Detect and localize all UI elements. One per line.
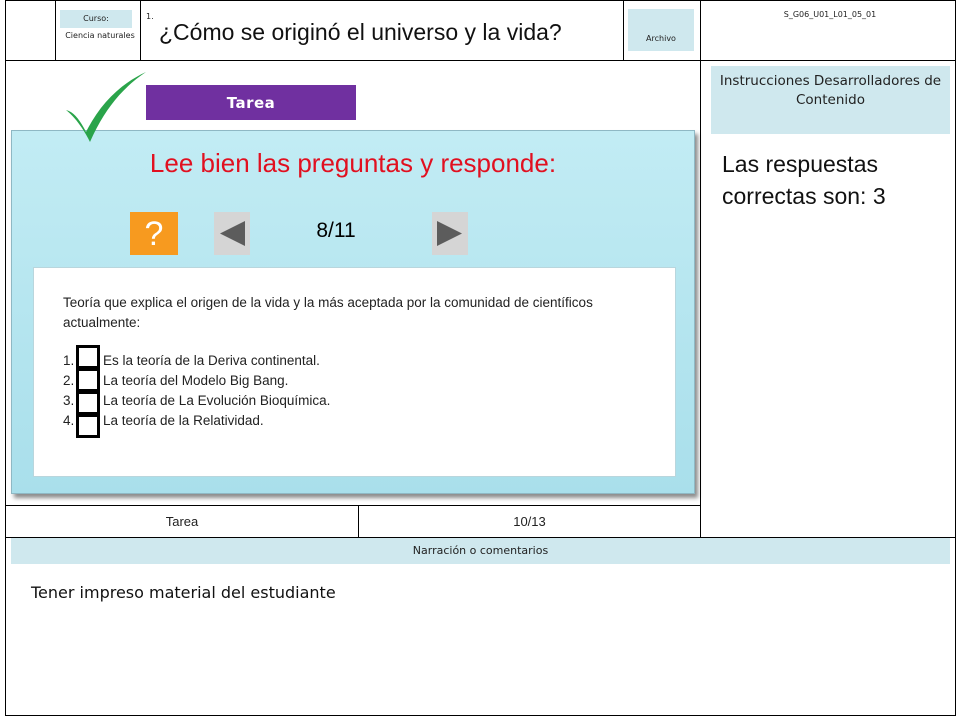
question-text: Teoría que explica el origen de la vida … bbox=[63, 295, 593, 330]
course-label: Curso: bbox=[60, 10, 132, 28]
triangle-right-icon bbox=[437, 221, 462, 246]
file-label: Archivo bbox=[628, 9, 694, 51]
correct-answer-note: Las respuestas correctas son: 3 bbox=[722, 151, 886, 209]
footer-row-top bbox=[5, 505, 701, 506]
option-checkbox-3[interactable] bbox=[76, 391, 100, 415]
option-3: 3. La teoría de La Evolución Bioquímica. bbox=[63, 393, 330, 408]
option-checkbox-1[interactable] bbox=[76, 345, 100, 369]
header-col-2 bbox=[140, 0, 141, 61]
option-text: Es la teoría de la Deriva continental. bbox=[103, 353, 320, 368]
screen-type-label: Tarea bbox=[165, 514, 199, 529]
tarea-button[interactable]: Tarea bbox=[146, 85, 356, 120]
option-text: La teoría del Modelo Big Bang. bbox=[103, 373, 289, 388]
course-value: Ciencia naturales bbox=[65, 31, 135, 40]
option-text: La teoría de La Evolución Bioquímica. bbox=[103, 393, 331, 408]
header-col-1 bbox=[55, 0, 56, 61]
triangle-left-icon bbox=[220, 221, 245, 246]
item-number: 1. bbox=[146, 12, 154, 21]
previous-button[interactable] bbox=[214, 212, 250, 255]
option-2: 2. La teoría del Modelo Big Bang. bbox=[63, 373, 288, 388]
content-col-right bbox=[700, 60, 701, 537]
question-mark-icon: ? bbox=[144, 215, 164, 253]
resource-code: S_G06_U01_L01_05_01 bbox=[783, 10, 877, 19]
option-text: La teoría de la Relatividad. bbox=[103, 413, 264, 428]
page-indicator: 10/13 bbox=[513, 514, 546, 529]
frame-left bbox=[5, 0, 6, 716]
narration-header: Narración o comentarios bbox=[11, 538, 950, 564]
header-col-4 bbox=[700, 0, 701, 61]
option-checkbox-4[interactable] bbox=[76, 414, 100, 438]
question-counter: 8/11 bbox=[316, 219, 356, 242]
option-checkbox-2[interactable] bbox=[76, 368, 100, 392]
narration-note: Tener impreso material del estudiante bbox=[31, 583, 336, 602]
option-number: 1. bbox=[63, 353, 75, 368]
option-number: 2. bbox=[63, 373, 75, 388]
frame-right bbox=[955, 0, 956, 716]
page-title: ¿Cómo se originó el universo y la vida? bbox=[159, 19, 562, 45]
instructions-title: Instrucciones Desarrolladores de Conteni… bbox=[711, 66, 950, 134]
option-1: 1. Es la teoría de la Deriva continental. bbox=[63, 353, 320, 368]
header-divider bbox=[5, 60, 956, 61]
check-mark-icon bbox=[66, 72, 146, 142]
frame-top bbox=[5, 0, 956, 1]
help-button[interactable]: ? bbox=[130, 212, 178, 255]
next-button[interactable] bbox=[432, 212, 468, 255]
option-number: 3. bbox=[63, 393, 75, 408]
activity-heading: Lee bien las preguntas y responde: bbox=[149, 148, 557, 178]
frame-bottom bbox=[5, 715, 956, 716]
option-number: 4. bbox=[63, 413, 75, 428]
option-4: 4. La teoría de la Relatividad. bbox=[63, 413, 264, 428]
header-col-3 bbox=[623, 0, 624, 61]
